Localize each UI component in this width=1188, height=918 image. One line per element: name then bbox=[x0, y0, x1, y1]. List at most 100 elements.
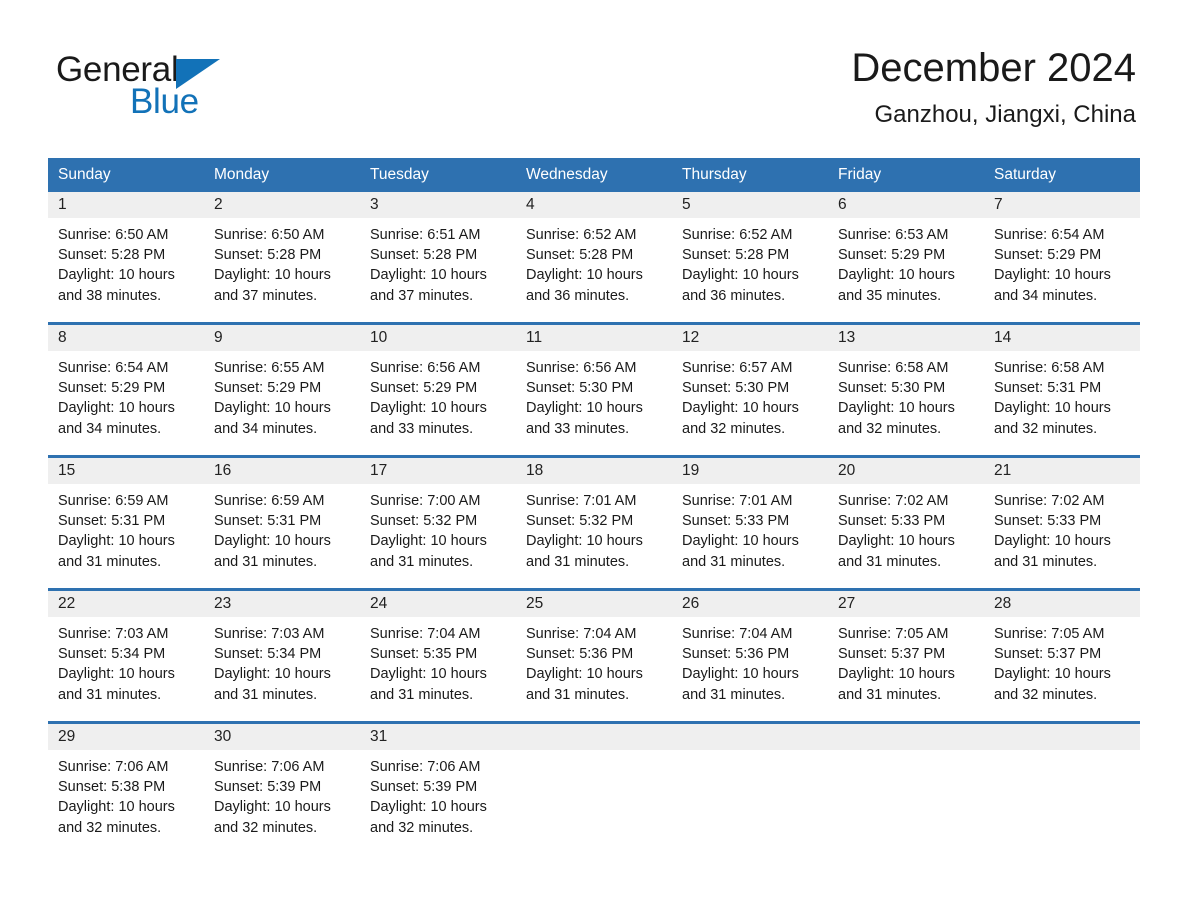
calendar-day-cell[interactable]: 19 Sunrise: 7:01 AM Sunset: 5:33 PM Dayligh… bbox=[672, 455, 828, 590]
day-number bbox=[984, 724, 1140, 750]
calendar-day-cell[interactable]: 10 Sunrise: 6:56 AM Sunset: 5:29 PM Dayligh… bbox=[360, 322, 516, 457]
calendar-day-cell[interactable]: 23 Sunrise: 7:03 AM Sunset: 5:34 PM Dayligh… bbox=[204, 588, 360, 723]
calendar-day-cell[interactable]: 13 Sunrise: 6:58 AM Sunset: 5:30 PM Dayligh… bbox=[828, 322, 984, 457]
calendar-week-row: 22 Sunrise: 7:03 AM Sunset: 5:34 PM Dayligh… bbox=[48, 588, 1140, 723]
day-number bbox=[516, 724, 672, 750]
sunrise-text: Sunrise: 7:00 AM bbox=[370, 493, 481, 509]
calendar-day-cell[interactable]: 20 Sunrise: 7:02 AM Sunset: 5:33 PM Dayligh… bbox=[828, 455, 984, 590]
sunrise-text: Sunrise: 6:52 AM bbox=[682, 227, 793, 243]
calendar-day-cell[interactable]: 21 Sunrise: 7:02 AM Sunset: 5:33 PM Dayligh… bbox=[984, 455, 1140, 590]
calendar-day-cell[interactable]: 27 Sunrise: 7:05 AM Sunset: 5:37 PM Dayligh… bbox=[828, 588, 984, 723]
sunrise-text: Sunrise: 6:55 AM bbox=[214, 360, 325, 376]
page-subtitle: Ganzhou, Jiangxi, China bbox=[874, 101, 1137, 128]
calendar-day-cell-empty bbox=[672, 721, 828, 854]
sunrise-text: Sunrise: 7:06 AM bbox=[370, 759, 481, 775]
day-details: Sunrise: 7:06 AM Sunset: 5:39 PM Daylight:… bbox=[360, 750, 516, 838]
day-number: 16 bbox=[204, 458, 360, 484]
daylight-text-line1: Daylight: 10 hours bbox=[526, 666, 643, 683]
day-details: Sunrise: 7:06 AM Sunset: 5:38 PM Daylight:… bbox=[48, 750, 204, 838]
calendar-day-cell[interactable]: 5 Sunrise: 6:52 AM Sunset: 5:28 PM Daylight… bbox=[672, 192, 828, 324]
day-number: 7 bbox=[984, 192, 1140, 218]
day-details: Sunrise: 6:54 AM Sunset: 5:29 PM Daylight:… bbox=[48, 351, 204, 439]
calendar-day-cell[interactable]: 9 Sunrise: 6:55 AM Sunset: 5:29 PM Daylight… bbox=[204, 322, 360, 457]
day-details: Sunrise: 7:03 AM Sunset: 5:34 PM Daylight:… bbox=[204, 617, 360, 705]
calendar-day-cell[interactable]: 12 Sunrise: 6:57 AM Sunset: 5:30 PM Dayligh… bbox=[672, 322, 828, 457]
day-number: 24 bbox=[360, 591, 516, 617]
sunrise-text: Sunrise: 6:51 AM bbox=[370, 227, 481, 243]
calendar-day-cell[interactable]: 24 Sunrise: 7:04 AM Sunset: 5:35 PM Dayligh… bbox=[360, 588, 516, 723]
sunset-text: Sunset: 5:29 PM bbox=[370, 380, 478, 397]
calendar-page: General Blue December 2024 Ganzhou, Jian… bbox=[0, 0, 1188, 918]
daylight-text-line2: and 35 minutes. bbox=[838, 287, 942, 304]
calendar-day-cell[interactable]: 16 Sunrise: 6:59 AM Sunset: 5:31 PM Dayligh… bbox=[204, 455, 360, 590]
daylight-text-line1: Daylight: 10 hours bbox=[994, 533, 1111, 550]
calendar-day-cell-empty bbox=[984, 721, 1140, 854]
calendar-day-cell[interactable]: 25 Sunrise: 7:04 AM Sunset: 5:36 PM Dayligh… bbox=[516, 588, 672, 723]
daylight-text-line1: Daylight: 10 hours bbox=[370, 533, 487, 550]
sunrise-text: Sunrise: 6:52 AM bbox=[526, 227, 637, 243]
calendar-day-cell[interactable]: 8 Sunrise: 6:54 AM Sunset: 5:29 PM Daylight… bbox=[48, 322, 204, 457]
day-number: 14 bbox=[984, 325, 1140, 351]
daylight-text-line2: and 32 minutes. bbox=[370, 819, 474, 836]
calendar-day-cell[interactable]: 30 Sunrise: 7:06 AM Sunset: 5:39 PM Dayligh… bbox=[204, 721, 360, 854]
daylight-text-line2: and 31 minutes. bbox=[58, 553, 162, 570]
daylight-text-line1: Daylight: 10 hours bbox=[682, 666, 799, 683]
weekday-header-monday: Monday bbox=[204, 158, 360, 192]
day-number: 12 bbox=[672, 325, 828, 351]
calendar-day-cell[interactable]: 11 Sunrise: 6:56 AM Sunset: 5:30 PM Dayligh… bbox=[516, 322, 672, 457]
daylight-text-line1: Daylight: 10 hours bbox=[370, 400, 487, 417]
daylight-text-line1: Daylight: 10 hours bbox=[838, 400, 955, 417]
day-details: Sunrise: 7:02 AM Sunset: 5:33 PM Daylight:… bbox=[984, 484, 1140, 572]
day-details: Sunrise: 6:56 AM Sunset: 5:29 PM Daylight:… bbox=[360, 351, 516, 439]
daylight-text-line1: Daylight: 10 hours bbox=[214, 666, 331, 683]
sunrise-text: Sunrise: 7:05 AM bbox=[994, 626, 1105, 642]
day-number: 15 bbox=[48, 458, 204, 484]
calendar-table: Sunday Monday Tuesday Wednesday Thursday… bbox=[48, 158, 1140, 854]
calendar-day-cell[interactable]: 2 Sunrise: 6:50 AM Sunset: 5:28 PM Daylight… bbox=[204, 192, 360, 324]
day-number bbox=[828, 724, 984, 750]
weekday-header-tuesday: Tuesday bbox=[360, 158, 516, 192]
calendar-day-cell[interactable]: 14 Sunrise: 6:58 AM Sunset: 5:31 PM Dayligh… bbox=[984, 322, 1140, 457]
day-number bbox=[672, 724, 828, 750]
calendar-day-cell[interactable]: 1 Sunrise: 6:50 AM Sunset: 5:28 PM Daylight… bbox=[48, 192, 204, 324]
calendar-day-cell[interactable]: 22 Sunrise: 7:03 AM Sunset: 5:34 PM Dayligh… bbox=[48, 588, 204, 723]
calendar-day-cell[interactable]: 15 Sunrise: 6:59 AM Sunset: 5:31 PM Dayligh… bbox=[48, 455, 204, 590]
day-number: 21 bbox=[984, 458, 1140, 484]
day-number: 4 bbox=[516, 192, 672, 218]
sunset-text: Sunset: 5:29 PM bbox=[838, 247, 946, 264]
daylight-text-line1: Daylight: 10 hours bbox=[58, 400, 175, 417]
daylight-text-line1: Daylight: 10 hours bbox=[838, 533, 955, 550]
sunset-text: Sunset: 5:39 PM bbox=[214, 779, 322, 796]
daylight-text-line2: and 31 minutes. bbox=[58, 686, 162, 703]
day-details: Sunrise: 7:04 AM Sunset: 5:35 PM Daylight:… bbox=[360, 617, 516, 705]
calendar-day-cell[interactable]: 28 Sunrise: 7:05 AM Sunset: 5:37 PM Dayligh… bbox=[984, 588, 1140, 723]
sunset-text: Sunset: 5:28 PM bbox=[58, 247, 166, 264]
day-number: 5 bbox=[672, 192, 828, 218]
calendar-day-cell[interactable]: 26 Sunrise: 7:04 AM Sunset: 5:36 PM Dayligh… bbox=[672, 588, 828, 723]
calendar-day-cell[interactable]: 17 Sunrise: 7:00 AM Sunset: 5:32 PM Dayligh… bbox=[360, 455, 516, 590]
calendar-week-row: 29 Sunrise: 7:06 AM Sunset: 5:38 PM Dayligh… bbox=[48, 721, 1140, 854]
daylight-text-line1: Daylight: 10 hours bbox=[994, 666, 1111, 683]
daylight-text-line1: Daylight: 10 hours bbox=[994, 267, 1111, 284]
calendar-day-cell[interactable]: 4 Sunrise: 6:52 AM Sunset: 5:28 PM Daylight… bbox=[516, 192, 672, 324]
daylight-text-line2: and 36 minutes. bbox=[682, 287, 786, 304]
day-details: Sunrise: 7:01 AM Sunset: 5:33 PM Daylight:… bbox=[672, 484, 828, 572]
calendar-day-cell[interactable]: 31 Sunrise: 7:06 AM Sunset: 5:39 PM Dayligh… bbox=[360, 721, 516, 854]
calendar-day-cell[interactable]: 3 Sunrise: 6:51 AM Sunset: 5:28 PM Daylight… bbox=[360, 192, 516, 324]
daylight-text-line2: and 31 minutes. bbox=[994, 553, 1098, 570]
logo-top-row: General bbox=[56, 50, 356, 90]
daylight-text-line2: and 34 minutes. bbox=[994, 287, 1098, 304]
calendar-day-cell[interactable]: 29 Sunrise: 7:06 AM Sunset: 5:38 PM Dayligh… bbox=[48, 721, 204, 854]
day-number: 26 bbox=[672, 591, 828, 617]
daylight-text-line1: Daylight: 10 hours bbox=[370, 267, 487, 284]
daylight-text-line2: and 34 minutes. bbox=[58, 420, 162, 437]
daylight-text-line2: and 31 minutes. bbox=[838, 686, 942, 703]
calendar-day-cell[interactable]: 6 Sunrise: 6:53 AM Sunset: 5:29 PM Daylight… bbox=[828, 192, 984, 324]
page-title: December 2024 bbox=[851, 46, 1136, 90]
calendar-day-cell[interactable]: 18 Sunrise: 7:01 AM Sunset: 5:32 PM Dayligh… bbox=[516, 455, 672, 590]
sunset-text: Sunset: 5:33 PM bbox=[838, 513, 946, 530]
calendar-day-cell[interactable]: 7 Sunrise: 6:54 AM Sunset: 5:29 PM Daylight… bbox=[984, 192, 1140, 324]
title-block: December 2024 Ganzhou, Jiangxi, China bbox=[851, 44, 1136, 130]
daylight-text-line2: and 33 minutes. bbox=[526, 420, 630, 437]
day-details: Sunrise: 7:01 AM Sunset: 5:32 PM Daylight:… bbox=[516, 484, 672, 572]
